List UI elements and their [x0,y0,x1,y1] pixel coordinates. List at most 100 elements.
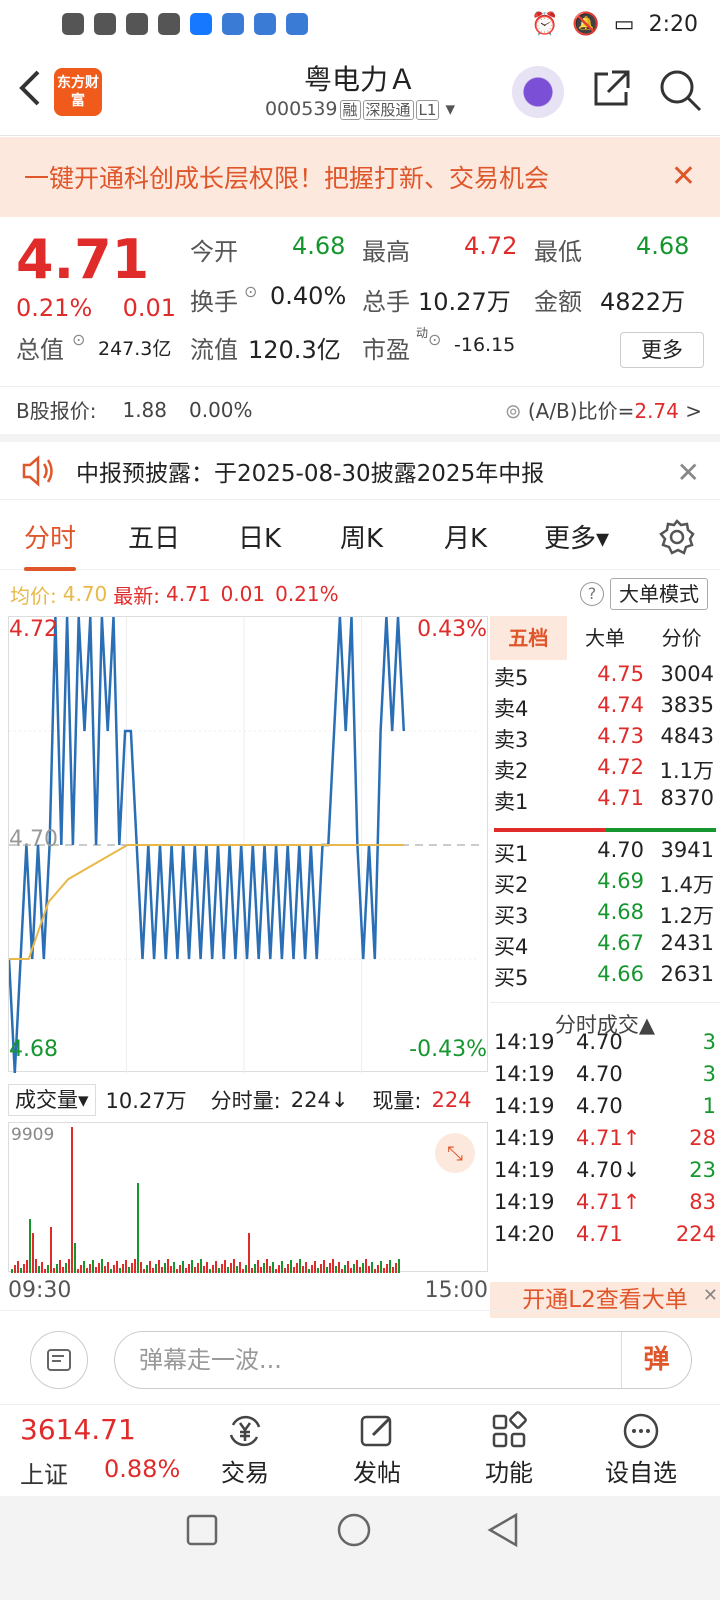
volume-bar [368,1266,370,1273]
volume-bar [191,1260,193,1273]
tab-intraday[interactable]: 分时 [24,518,77,571]
volume-bar [314,1261,316,1273]
back-nav-icon[interactable] [486,1512,520,1548]
comment-placeholder: 弹幕走一波... [139,1346,282,1374]
add-watchlist-label: 设自选 [605,1459,677,1487]
stock-code: 000539 [264,98,338,120]
assistant-robot-icon[interactable] [512,66,564,118]
l2-close-icon[interactable]: ✕ [703,1278,718,1314]
volume-selector[interactable]: 成交量▾ [8,1084,96,1116]
post-button[interactable]: 发帖 [322,1411,432,1488]
volume-bar [350,1268,352,1273]
trade-button[interactable]: 交易 [190,1411,300,1488]
mcap-label: 总值 [16,336,64,364]
volume-bar [137,1183,139,1273]
volume-bar [170,1266,172,1273]
gear-icon[interactable] [658,518,696,556]
home-icon[interactable] [336,1512,372,1548]
ask-volume: 4843 [660,724,714,748]
more-button[interactable]: 更多 [620,332,704,368]
bid-row[interactable]: 买3 4.68 1.2万 [494,900,716,930]
volume-bar [89,1264,91,1273]
promo-banner[interactable]: 一键开通科创成长层权限！把握打新、交易机会 ✕ [0,137,720,217]
tab-weekly[interactable]: 周K [340,518,383,555]
volume-bar [374,1269,376,1273]
danmaku-button[interactable]: 弹 [621,1332,691,1388]
mcap-info-icon[interactable]: ⊙ [72,330,85,349]
tab-price-dist[interactable]: 分价 [643,616,720,660]
open-value: 4.68 [292,232,346,260]
pe-info-icon[interactable]: ⊙ [428,330,441,349]
big-order-mode-button[interactable]: 大单模式 [610,578,708,610]
bid-level-label: 买2 [494,873,529,897]
volume-bar [329,1263,331,1273]
tab-more[interactable]: 更多▾ [544,518,609,555]
header: 东方财富 粤电力Ａ 000539 融深股通 L1 ▾ [0,48,720,136]
bid-volume: 2431 [660,931,714,955]
tab-big-orders[interactable]: 大单 [567,616,644,660]
ratio-value: 2.74 [634,399,679,423]
ask-row[interactable]: 卖1 4.71 8370 [494,786,716,816]
volume-bar [206,1262,208,1273]
volume-bar [335,1266,337,1273]
settings-icon[interactable] [30,1331,88,1389]
bid-row[interactable]: 买2 4.69 1.4万 [494,869,716,899]
ask-price: 4.71 [597,786,644,810]
help-icon: ⊚ [504,399,522,423]
intraday-chart[interactable]: 4.72 4.70 4.68 0.43% -0.43% [7,616,488,1074]
tab-5day[interactable]: 五日 [128,518,180,555]
bid-price: 4.68 [597,900,644,924]
help-icon[interactable]: ? [580,582,604,606]
index-pct[interactable]: 0.88% [104,1455,180,1483]
expand-icon[interactable]: ⤡ [435,1133,475,1173]
volume-bar [182,1261,184,1273]
volume-bar [377,1265,379,1273]
volume-bar [167,1259,169,1273]
volume-bar [362,1263,364,1273]
ask-row[interactable]: 卖5 4.75 3004 [494,662,716,692]
volume-chart[interactable]: 9909 ⤡ [8,1122,488,1273]
recent-apps-icon[interactable] [186,1514,218,1546]
ask-row[interactable]: 卖4 4.74 3835 [494,693,716,723]
ask-row[interactable]: 卖2 4.72 1.1万 [494,755,716,785]
search-icon[interactable] [658,68,702,112]
notice-close-icon[interactable]: ✕ [677,456,700,489]
tab-daily[interactable]: 日K [238,518,281,555]
ask-row[interactable]: 卖3 4.73 4843 [494,724,716,754]
volume-bar [134,1259,136,1273]
volume-bar [365,1259,367,1273]
volume-bar [65,1263,67,1273]
volume-bar [233,1259,235,1273]
volume-bar [20,1268,22,1273]
bid-row[interactable]: 买4 4.67 2431 [494,931,716,961]
add-watchlist-button[interactable]: 设自选 [586,1411,696,1488]
volume-bar [287,1264,289,1273]
status-bar: ⏰ 🔕 ▭ 2:20 [0,0,720,48]
volume-bar [242,1269,244,1273]
info-icon[interactable]: ⊙ [244,282,257,301]
tab-monthly[interactable]: 月K [444,518,487,555]
share-icon[interactable] [590,68,632,110]
index-value[interactable]: 3614.71 [20,1413,200,1446]
close-icon[interactable]: ✕ [671,159,696,194]
volume-bar [341,1269,343,1273]
more-dots-icon [623,1413,659,1449]
bid-row[interactable]: 买1 4.70 3941 [494,838,716,868]
status-time: 2:20 [648,11,698,37]
ab-ratio[interactable]: ⊚ (A/B)比价=2.74 > [505,395,702,424]
now-volume-value: 224 [431,1088,472,1112]
bshare-row[interactable]: B股报价: 1.88 0.00% ⊚ (A/B)比价=2.74 > [0,386,720,432]
bid-row[interactable]: 买5 4.66 2631 [494,962,716,992]
mute-icon: 🔕 [572,11,600,37]
orderbook-tabs: 五档 大单 分价 [490,616,720,660]
index-name[interactable]: 上证 [20,1455,68,1490]
volume-bar [104,1266,106,1273]
ask-price: 4.74 [597,693,644,717]
volume-bar [56,1264,58,1273]
bid-volume: 3941 [660,838,714,862]
tab-five-levels[interactable]: 五档 [490,616,567,660]
function-button[interactable]: 功能 [454,1411,564,1488]
comment-input[interactable]: 弹幕走一波... 弹 [114,1331,692,1389]
volume-bar [245,1265,247,1273]
notice-bar[interactable]: 中报预披露：于2025-08-30披露2025年中报 ✕ [0,434,720,500]
